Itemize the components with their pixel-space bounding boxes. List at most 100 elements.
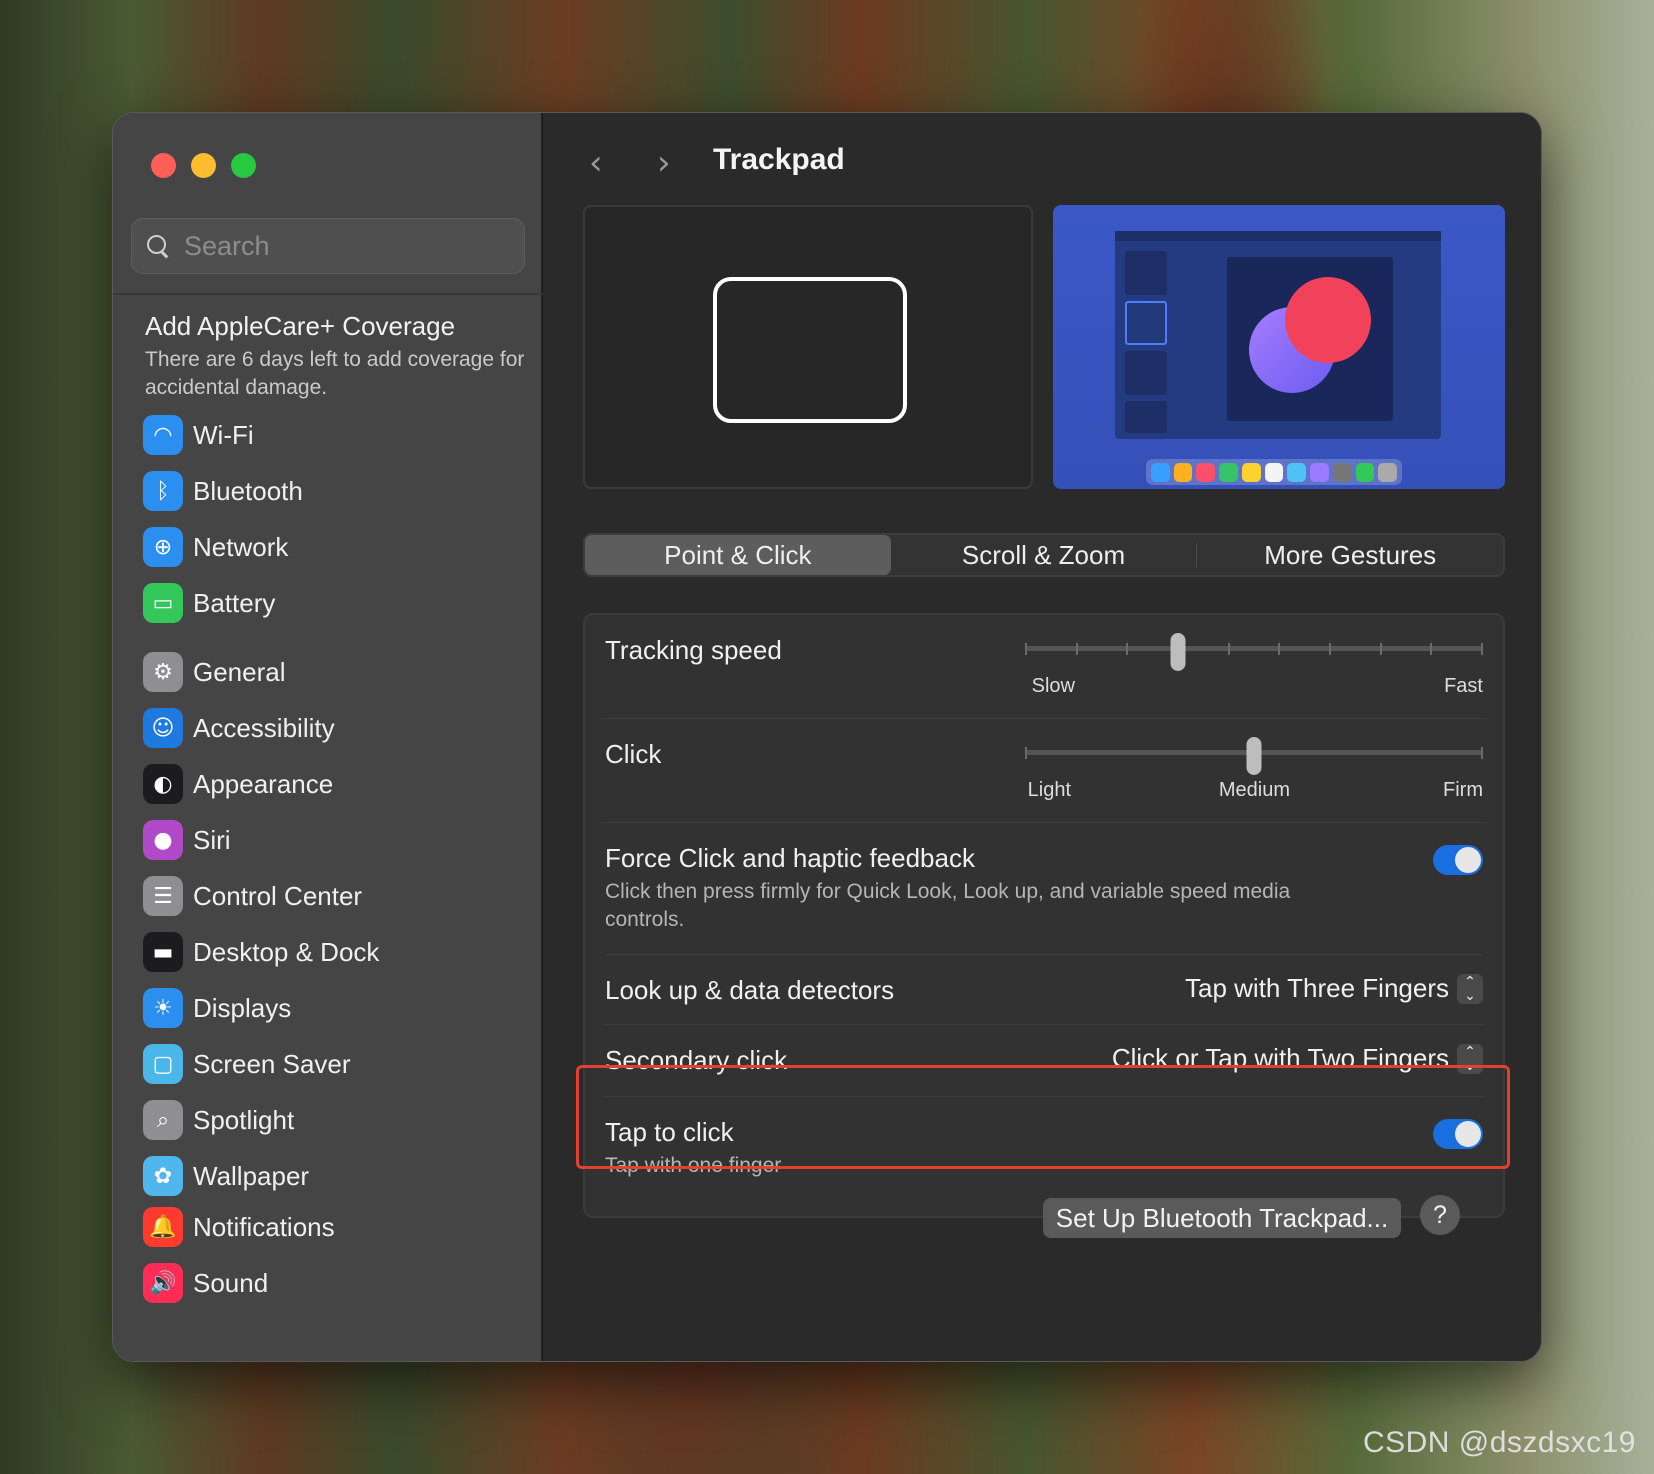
appearance-icon: ◐ [143, 764, 183, 804]
siri-icon: ● [143, 820, 183, 860]
setup-bluetooth-trackpad-button[interactable]: Set Up Bluetooth Trackpad... [1043, 1198, 1401, 1238]
gesture-demo-preview [1053, 205, 1505, 489]
control-center-icon: ☰ [143, 876, 183, 916]
medium-label: Medium [1218, 779, 1290, 801]
sidebar-item-label: Control Center [193, 880, 363, 911]
promo-description: There are 6 days left to add coverage fo… [145, 348, 525, 399]
sidebar-group-connectivity: ◠ Wi-Fi ᛒ Bluetooth ⊕ Network ▭ Battery [143, 407, 523, 631]
sidebar-item-general[interactable]: ⚙ General [143, 644, 523, 700]
demo-dock [1146, 459, 1402, 485]
watermark: CSDN @dszdsxc19 [1362, 1426, 1636, 1459]
slider-knob[interactable] [1246, 737, 1262, 775]
search-icon [146, 234, 170, 258]
firm-label: Firm [1443, 779, 1483, 801]
sidebar-item-label: Wi-Fi [193, 419, 254, 450]
click-force-slider[interactable] [1025, 737, 1483, 775]
force-click-row: Force Click and haptic feedback Click th… [605, 823, 1483, 955]
sidebar: Add AppleCare+ Coverage There are 6 days… [113, 113, 543, 1361]
sidebar-item-label: Spotlight [193, 1104, 295, 1135]
trackpad-preview [583, 205, 1033, 489]
spotlight-icon: ⌕ [143, 1100, 183, 1140]
sidebar-item-notifications[interactable]: 🔔 Notifications [143, 1199, 523, 1255]
force-click-description: Click then press firmly for Quick Look, … [605, 880, 1291, 931]
close-button[interactable] [151, 153, 176, 178]
sidebar-item-label: Battery [193, 587, 276, 618]
tracking-speed-label: Tracking speed [605, 635, 782, 665]
sidebar-divider [113, 293, 543, 295]
screen-saver-icon: ▢ [143, 1044, 183, 1084]
globe-icon: ⊕ [143, 527, 183, 567]
help-button[interactable]: ? [1420, 1195, 1460, 1235]
sidebar-item-displays[interactable]: ☀ Displays [143, 980, 523, 1036]
sidebar-item-screen-saver[interactable]: ▢ Screen Saver [143, 1036, 523, 1092]
search-field[interactable] [131, 218, 525, 274]
sound-icon: 🔊 [143, 1263, 183, 1303]
demo-window [1115, 231, 1441, 439]
gear-icon: ⚙ [143, 652, 183, 692]
lookup-row: Look up & data detectors Tap with Three … [605, 955, 1483, 1025]
sidebar-item-label: Notifications [193, 1211, 335, 1242]
sidebar-item-network[interactable]: ⊕ Network [143, 519, 523, 575]
back-button[interactable]: ‹ [589, 143, 603, 183]
bluetooth-icon: ᛒ [143, 471, 183, 511]
tab-more-gestures[interactable]: More Gestures [1197, 535, 1503, 575]
settings-window: Add AppleCare+ Coverage There are 6 days… [112, 112, 1542, 1362]
lookup-popup[interactable]: Tap with Three Fingers ⌃ ⌄ [1185, 973, 1483, 1004]
sidebar-item-label: Bluetooth [193, 475, 303, 506]
tab-point-click[interactable]: Point & Click [585, 535, 891, 575]
sidebar-group-system: ⚙ General ☺ Accessibility ◐ Appearance ● Siri ☰ C… [143, 644, 523, 1204]
sidebar-item-label: Wallpaper [193, 1160, 310, 1191]
slow-label: Slow [1031, 675, 1075, 697]
sidebar-item-label: Screen Saver [193, 1048, 351, 1079]
chevron-updown-icon: ⌃ ⌄ [1457, 973, 1483, 1004]
sidebar-item-label: Appearance [193, 768, 334, 799]
sidebar-item-accessibility[interactable]: ☺ Accessibility [143, 700, 523, 756]
battery-icon: ▭ [143, 583, 183, 623]
light-label: Light [1027, 779, 1071, 801]
sidebar-item-label: Desktop & Dock [193, 936, 380, 967]
zoom-button[interactable] [231, 153, 256, 178]
sidebar-item-siri[interactable]: ● Siri [143, 812, 523, 868]
sidebar-item-appearance[interactable]: ◐ Appearance [143, 756, 523, 812]
tab-scroll-zoom[interactable]: Scroll & Zoom [891, 535, 1197, 575]
sidebar-item-wallpaper[interactable]: ✿ Wallpaper [143, 1148, 523, 1204]
sidebar-item-battery[interactable]: ▭ Battery [143, 575, 523, 631]
trackpad-illustration [713, 277, 907, 423]
force-click-toggle[interactable] [1433, 845, 1483, 875]
sidebar-item-label: General [193, 656, 286, 687]
sidebar-item-bluetooth[interactable]: ᛒ Bluetooth [143, 463, 523, 519]
sidebar-item-wi-fi[interactable]: ◠ Wi-Fi [143, 407, 523, 463]
forward-button[interactable]: › [657, 143, 671, 183]
sidebar-item-label: Accessibility [193, 712, 335, 743]
traffic-lights [151, 153, 256, 178]
sidebar-group-alerts: 🔔 Notifications 🔊 Sound [143, 1199, 523, 1311]
dock-icon: ▬ [143, 932, 183, 972]
click-label: Click [605, 739, 662, 769]
sidebar-item-sound[interactable]: 🔊 Sound [143, 1255, 523, 1311]
highlight-box [576, 1065, 1510, 1169]
applecare-promo[interactable]: Add AppleCare+ Coverage There are 6 days… [145, 303, 525, 402]
tab-bar: Point & Click Scroll & Zoom More Gesture… [583, 533, 1505, 577]
force-click-label: Force Click and haptic feedback [605, 843, 975, 873]
wifi-icon: ◠ [143, 415, 183, 455]
sidebar-item-label: Displays [193, 992, 292, 1023]
promo-title: Add AppleCare+ Coverage [145, 311, 456, 341]
page-title: Trackpad [713, 143, 845, 176]
minimize-button[interactable] [191, 153, 216, 178]
content-pane: ‹ › Trackpad Point & Click Scroll & Zoom… [543, 113, 1541, 1361]
sidebar-item-spotlight[interactable]: ⌕ Spotlight [143, 1092, 523, 1148]
tracking-speed-slider[interactable] [1025, 633, 1483, 671]
click-row: Click Light Medium Firm [605, 719, 1483, 823]
search-input[interactable] [184, 230, 484, 262]
sidebar-item-control-center[interactable]: ☰ Control Center [143, 868, 523, 924]
lookup-label: Look up & data detectors [605, 975, 895, 1005]
sidebar-item-label: Network [193, 531, 289, 562]
displays-icon: ☀ [143, 988, 183, 1028]
fast-label: Fast [1444, 675, 1483, 697]
tracking-speed-row: Tracking speed Slow Fast [605, 615, 1483, 719]
slider-knob[interactable] [1170, 633, 1186, 671]
sidebar-item-label: Sound [193, 1267, 269, 1298]
wallpaper-icon: ✿ [143, 1156, 183, 1196]
sidebar-item-desktop-dock[interactable]: ▬ Desktop & Dock [143, 924, 523, 980]
sidebar-item-label: Siri [193, 824, 231, 855]
